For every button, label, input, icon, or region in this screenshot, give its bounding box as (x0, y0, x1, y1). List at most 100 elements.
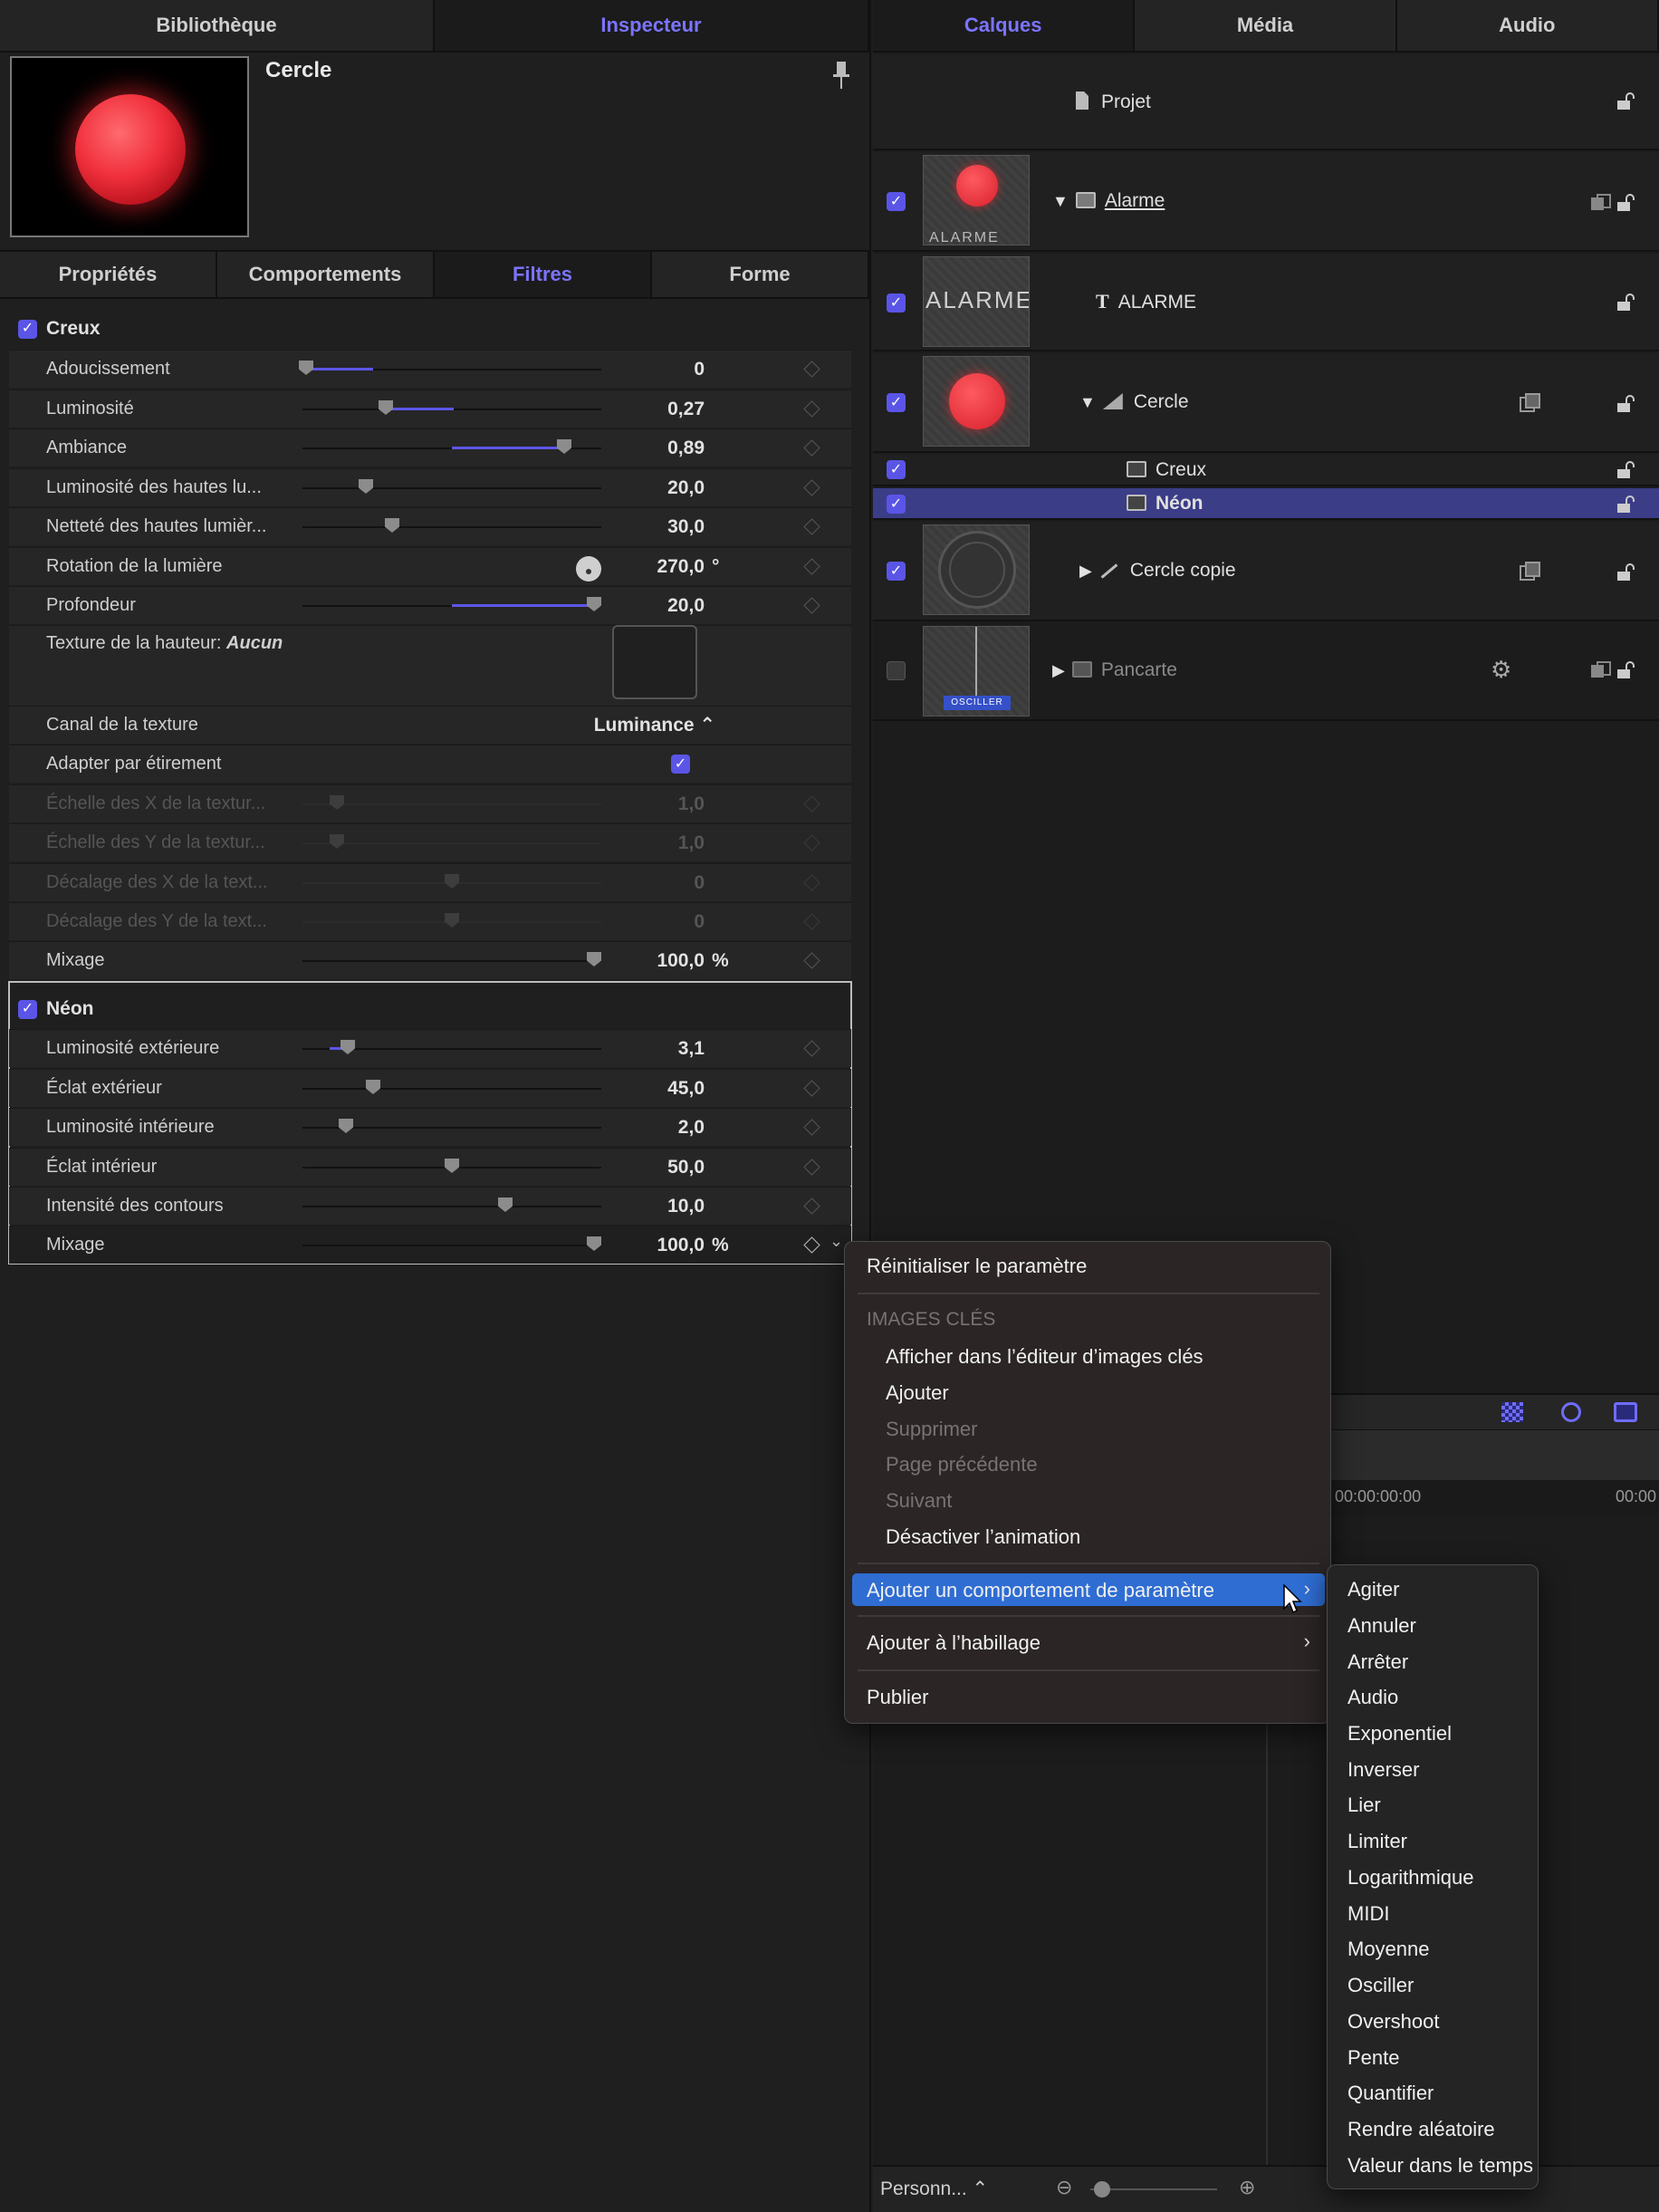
slider-knob[interactable] (379, 400, 393, 415)
param-value[interactable]: 270,0 (657, 556, 705, 578)
submenu-item[interactable]: Limiter (1347, 1830, 1407, 1853)
param-slider[interactable] (302, 1159, 601, 1173)
texture-image-well[interactable] (612, 625, 697, 699)
submenu-item[interactable]: Overshoot (1347, 2010, 1440, 2034)
slider-knob[interactable] (385, 518, 399, 533)
layer-row-neon[interactable]: ✓ Néon (873, 488, 1659, 520)
layer-row-cercle-copie[interactable]: ✓ ▶ Cercle copie (873, 522, 1659, 621)
layer-visibility-checkbox[interactable]: ✓ (887, 495, 906, 514)
param-slider[interactable] (302, 400, 601, 415)
submenu-item[interactable]: Moyenne (1347, 1938, 1430, 1961)
submenu-item[interactable]: Quantifier (1347, 2082, 1434, 2105)
param-slider[interactable] (302, 1197, 601, 1212)
param-value[interactable]: 2,0 (678, 1117, 705, 1139)
keyframe-icon[interactable] (803, 597, 820, 614)
checkerboard-icon[interactable] (1501, 1402, 1523, 1422)
keyframe-icon[interactable] (803, 479, 820, 496)
param-slider[interactable] (302, 597, 601, 611)
tab-filtres[interactable]: Filtres (435, 252, 652, 297)
param-value[interactable]: 45,0 (667, 1078, 705, 1100)
layer-row-creux[interactable]: ✓ Creux (873, 454, 1659, 486)
menu-item-publish[interactable]: Publier (867, 1686, 928, 1709)
layer-visibility-checkbox[interactable]: ✓ (887, 192, 906, 211)
slider-knob[interactable] (587, 1236, 601, 1251)
menu-item-add-behavior[interactable]: Ajouter un comportement de paramètre (867, 1579, 1214, 1602)
layer-visibility-checkbox[interactable]: ✓ (887, 562, 906, 581)
disclosure-closed-icon[interactable]: ▶ (1052, 661, 1065, 680)
menu-item-disable-animation[interactable]: Désactiver l’animation (886, 1525, 1080, 1549)
param-slider[interactable] (302, 479, 601, 494)
param-value[interactable]: 20,0 (667, 595, 705, 617)
keyframe-icon[interactable] (803, 439, 820, 457)
param-value[interactable]: 0 (694, 359, 705, 380)
param-value[interactable]: 20,0 (667, 477, 705, 499)
submenu-item[interactable]: Logarithmique (1347, 1866, 1473, 1890)
creux-enable-checkbox[interactable]: ✓ (18, 319, 37, 339)
lock-open-icon[interactable] (1616, 395, 1637, 413)
submenu-item[interactable]: Valeur dans le temps (1347, 2154, 1533, 2178)
layer-visibility-checkbox[interactable]: ✓ (887, 293, 906, 313)
canal-select[interactable]: Luminance ⌃ (594, 714, 715, 736)
param-value[interactable]: 50,0 (667, 1157, 705, 1178)
slider-knob[interactable] (498, 1197, 513, 1212)
layer-row-pancarte[interactable]: OSCILLER ▶ Pancarte ⚙ (873, 623, 1659, 721)
submenu-item[interactable]: Exponentiel (1347, 1722, 1452, 1746)
submenu-item[interactable]: Agiter (1347, 1578, 1399, 1601)
keyframe-icon[interactable] (803, 558, 820, 575)
layer-row-projet[interactable]: Projet (873, 54, 1659, 150)
param-slider[interactable] (302, 1236, 601, 1251)
submenu-item[interactable]: Arrêter (1347, 1650, 1408, 1674)
gear-icon[interactable]: ⚙ (1491, 656, 1511, 684)
keyframe-icon[interactable] (803, 1119, 820, 1136)
submenu-item[interactable]: Osciller (1347, 1974, 1414, 1997)
pin-icon[interactable] (831, 60, 851, 91)
adapter-checkbox[interactable]: ✓ (671, 755, 690, 774)
keyframe-icon[interactable] (803, 1236, 820, 1254)
slider-knob[interactable] (359, 479, 373, 494)
menu-item-reset[interactable]: Réinitialiser le paramètre (867, 1255, 1087, 1278)
slider-knob[interactable] (445, 1159, 459, 1173)
slider-knob[interactable] (366, 1080, 380, 1094)
tab-calques[interactable]: Calques (873, 0, 1136, 51)
keyframe-icon[interactable] (803, 1159, 820, 1176)
param-slider[interactable] (302, 518, 601, 533)
disclosure-closed-icon[interactable]: ▶ (1079, 562, 1092, 581)
slider-knob[interactable] (340, 1040, 355, 1054)
submenu-item[interactable]: Inverser (1347, 1758, 1419, 1782)
submenu-item[interactable]: Pente (1347, 2046, 1400, 2070)
zoom-in-icon[interactable]: ⊕ (1239, 2176, 1255, 2199)
menu-item-add[interactable]: Ajouter (886, 1381, 949, 1405)
param-slider[interactable] (299, 361, 601, 375)
submenu-item[interactable]: MIDI (1347, 1902, 1389, 1926)
slider-knob[interactable] (587, 597, 601, 611)
lock-open-icon[interactable] (1616, 92, 1637, 111)
lock-open-icon[interactable] (1616, 194, 1637, 212)
display-mode-select[interactable]: Personn... ⌃ (880, 2178, 988, 2200)
disclosure-open-icon[interactable]: ▼ (1052, 192, 1069, 211)
layer-visibility-checkbox[interactable] (887, 661, 906, 680)
param-slider[interactable] (302, 952, 601, 967)
keyframe-icon[interactable] (803, 361, 820, 378)
tab-bibliotheque[interactable]: Bibliothèque (0, 0, 435, 51)
tab-media[interactable]: Média (1135, 0, 1397, 51)
zoom-out-icon[interactable]: ⊖ (1056, 2176, 1072, 2199)
tab-proprietes[interactable]: Propriétés (0, 252, 217, 297)
slider-knob[interactable] (299, 361, 313, 375)
rotation-dial[interactable] (576, 556, 601, 582)
param-value[interactable]: 30,0 (667, 516, 705, 538)
param-value[interactable]: 10,0 (667, 1196, 705, 1217)
lock-open-icon[interactable] (1616, 293, 1637, 312)
param-value[interactable]: 0,89 (667, 438, 705, 459)
menu-item-show-editor[interactable]: Afficher dans l’éditeur d’images clés (886, 1345, 1203, 1369)
slider-knob[interactable] (587, 952, 601, 967)
submenu-item[interactable]: Lier (1347, 1794, 1381, 1817)
keyframe-icon[interactable] (803, 518, 820, 535)
layer-row-alarme-text[interactable]: ✓ ALARME T ALARME (873, 254, 1659, 351)
layer-visibility-checkbox[interactable]: ✓ (887, 460, 906, 479)
zoom-knob[interactable] (1094, 2181, 1110, 2198)
param-value[interactable]: 100,0 (657, 1235, 705, 1256)
layer-row-alarme[interactable]: ✓ ALARME ▼ Alarme (873, 152, 1659, 252)
filter-stack-icon[interactable] (1520, 562, 1541, 582)
keyframe-icon[interactable] (803, 952, 820, 969)
submenu-item[interactable]: Audio (1347, 1686, 1398, 1709)
